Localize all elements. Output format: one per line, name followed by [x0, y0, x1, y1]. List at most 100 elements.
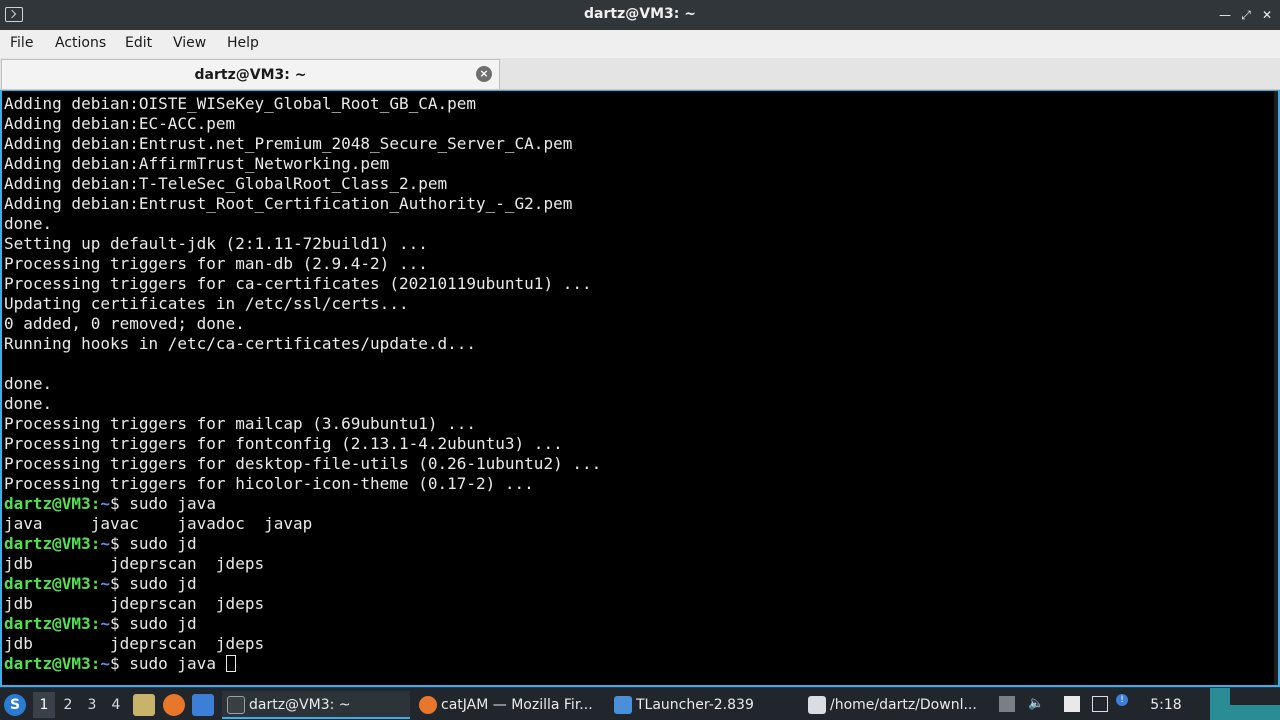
terminal-prompt-line: dartz@VM3:~$ sudo jd	[4, 614, 1274, 634]
prompt-separator: :	[90, 574, 101, 593]
prompt-separator: :	[90, 614, 101, 633]
terminal-output-line: java javac javadoc javap	[4, 514, 313, 533]
terminal-prompt-line: dartz@VM3:~$ sudo jd	[4, 534, 1274, 554]
prompt-command: sudo jd	[129, 534, 197, 553]
close-icon[interactable]: ×	[476, 66, 492, 82]
desktop-corner-notch	[1230, 688, 1280, 705]
terminal-output-line: done.	[4, 374, 53, 393]
prompt-user: dartz@VM3	[4, 654, 91, 673]
terminal-output-line: 0 added, 0 removed; done.	[4, 314, 245, 333]
maximize-icon[interactable]: ⤢	[1238, 6, 1254, 24]
prompt-separator: :	[90, 494, 101, 513]
prompt-path: ~	[100, 654, 110, 673]
terminal-output: Adding debian:OISTE_WISeKey_Global_Root_…	[4, 94, 1274, 674]
task-label: dartz@VM3: ~	[249, 697, 351, 713]
terminal-output-line: Adding debian:AffirmTrust_Networking.pem	[4, 154, 390, 173]
firefox-icon[interactable]	[163, 694, 185, 716]
prompt-command: sudo jd	[129, 574, 197, 593]
prompt-command: sudo java	[129, 494, 216, 513]
menu-bar: File Actions Edit View Help	[0, 30, 1280, 58]
prompt-user: dartz@VM3	[4, 574, 91, 593]
terminal-output-line: Setting up default-jdk (2:1.11-72build1)…	[4, 234, 428, 253]
terminal-output-line: Adding debian:EC-ACC.pem	[4, 114, 236, 133]
task-firefox[interactable]: catJAM — Mozilla Fir...	[414, 691, 606, 719]
tab-terminal[interactable]: dartz@VM3: ~ ×	[1, 59, 500, 89]
notes-icon[interactable]	[1064, 696, 1080, 712]
prompt-symbol: $	[109, 534, 130, 553]
window-title: dartz@VM3: ~	[584, 6, 696, 22]
update-notification-icon[interactable]: !	[1116, 694, 1128, 706]
terminal-view[interactable]: Adding debian:OISTE_WISeKey_Global_Root_…	[0, 90, 1280, 687]
prompt-path: ~	[100, 614, 110, 633]
terminal-output-line: Adding debian:T-TeleSec_GlobalRoot_Class…	[4, 174, 448, 193]
terminal-cursor	[225, 655, 236, 672]
prompt-user: dartz@VM3	[4, 534, 91, 553]
prompt-path: ~	[100, 574, 110, 593]
prompt-path: ~	[100, 534, 110, 553]
menu-help[interactable]: Help	[227, 35, 259, 51]
workspace-4[interactable]: 4	[105, 692, 127, 718]
terminal-output-line: Adding debian:OISTE_WISeKey_Global_Root_…	[4, 94, 477, 113]
terminal-output-line: Processing triggers for ca-certificates …	[4, 274, 592, 293]
workspace-2[interactable]: 2	[57, 692, 79, 718]
task-label: TLauncher-2.839	[636, 697, 754, 713]
firefox-icon	[419, 696, 437, 714]
text-editor-icon	[808, 696, 826, 714]
tab-bar: dartz@VM3: ~ ×	[0, 58, 1280, 90]
terminal-output-line: Running hooks in /etc/ca-certificates/up…	[4, 334, 477, 353]
clipboard-icon[interactable]	[999, 696, 1015, 712]
minimize-icon[interactable]: —	[1217, 6, 1233, 24]
terminal-output-line: Adding debian:Entrust.net_Premium_2048_S…	[4, 134, 573, 153]
prompt-symbol: $	[109, 654, 130, 673]
window-titlebar[interactable]: dartz@VM3: ~ — ⤢ ✕	[0, 0, 1280, 30]
terminal-scrollbar[interactable]	[1274, 91, 1278, 685]
prompt-path: ~	[100, 494, 110, 513]
show-desktop-icon[interactable]	[192, 694, 214, 716]
menu-actions[interactable]: Actions	[55, 35, 106, 51]
task-terminal[interactable]: dartz@VM3: ~	[222, 691, 410, 719]
clock[interactable]: 5:18	[1146, 692, 1186, 718]
terminal-output-line: Processing triggers for mailcap (3.69ubu…	[4, 414, 477, 433]
terminal-prompt-line: dartz@VM3:~$ sudo java	[4, 654, 1274, 674]
taskbar: S 1 2 3 4 dartz@VM3: ~ catJAM — Mozilla …	[0, 688, 1280, 720]
menu-view[interactable]: View	[173, 35, 206, 51]
workspace-3[interactable]: 3	[81, 692, 103, 718]
prompt-user: dartz@VM3	[4, 614, 91, 633]
prompt-symbol: $	[109, 614, 130, 633]
network-icon[interactable]	[1092, 696, 1108, 712]
terminal-output-line: jdb jdeprscan jdeps	[4, 554, 265, 573]
prompt-user: dartz@VM3	[4, 494, 91, 513]
terminal-output-line: Processing triggers for hicolor-icon-the…	[4, 474, 534, 493]
prompt-separator: :	[90, 654, 101, 673]
task-file-manager[interactable]: TLauncher-2.839	[609, 691, 801, 719]
app-menu-icon[interactable]: S	[4, 694, 26, 716]
menu-file[interactable]: File	[10, 35, 33, 51]
close-window-icon[interactable]: ✕	[1259, 6, 1275, 24]
terminal-prompt-line: dartz@VM3:~$ sudo java	[4, 494, 1274, 514]
desktop-corner-button[interactable]	[1210, 688, 1280, 720]
prompt-command: sudo java	[129, 654, 226, 673]
volume-icon[interactable]: 🔈	[1028, 696, 1044, 712]
workspace-1[interactable]: 1	[33, 692, 55, 718]
terminal-icon	[227, 696, 245, 714]
terminal-output-line: jdb jdeprscan jdeps	[4, 594, 265, 613]
terminal-output-line: Processing triggers for desktop-file-uti…	[4, 454, 602, 473]
prompt-symbol: $	[109, 494, 130, 513]
tab-label: dartz@VM3: ~	[194, 67, 307, 83]
task-label: /home/dartz/Downl...	[830, 697, 977, 713]
folder-icon	[614, 696, 632, 714]
terminal-output-line: Adding debian:Entrust_Root_Certification…	[4, 194, 573, 213]
terminal-output-line: done.	[4, 214, 53, 233]
terminal-output-line: jdb jdeprscan jdeps	[4, 634, 265, 653]
terminal-output-line: Updating certificates in /etc/ssl/certs.…	[4, 294, 409, 313]
file-manager-icon[interactable]	[133, 694, 155, 716]
terminal-output-line: done.	[4, 394, 53, 413]
terminal-prompt-line: dartz@VM3:~$ sudo jd	[4, 574, 1274, 594]
prompt-separator: :	[90, 534, 101, 553]
menu-edit[interactable]: Edit	[125, 35, 152, 51]
terminal-output-line: Processing triggers for fontconfig (2.13…	[4, 434, 563, 453]
task-text-editor[interactable]: /home/dartz/Downl...	[803, 691, 991, 719]
prompt-symbol: $	[109, 574, 130, 593]
prompt-command: sudo jd	[129, 614, 197, 633]
